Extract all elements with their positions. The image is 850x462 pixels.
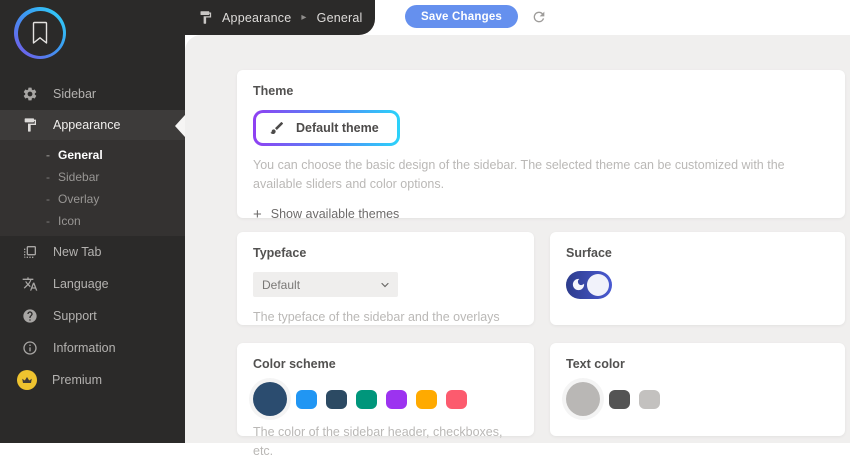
info-icon xyxy=(21,340,38,357)
sidebar-item-label: Language xyxy=(53,277,109,291)
translate-icon xyxy=(21,276,38,293)
sidebar-item-appearance[interactable]: Appearance xyxy=(0,110,185,140)
typeface-card: Typeface Default The typeface of the sid… xyxy=(237,232,534,325)
submenu-item-icon[interactable]: - Icon xyxy=(0,210,185,232)
typeface-select[interactable]: Default xyxy=(253,272,398,297)
color-swatch[interactable] xyxy=(296,390,317,409)
show-themes-label: Show available themes xyxy=(271,207,400,221)
sidebar-nav: Sidebar Appearance - General - Sidebar -… xyxy=(0,78,185,396)
moon-icon xyxy=(571,277,586,297)
gear-icon xyxy=(21,86,38,103)
sidebar-item-label: Support xyxy=(53,309,97,323)
theme-card: Theme Default theme You can choose the b… xyxy=(237,70,845,218)
brush-icon xyxy=(269,120,285,136)
sidebar-item-support[interactable]: Support xyxy=(0,300,185,332)
default-theme-label: Default theme xyxy=(296,121,379,135)
save-changes-button[interactable]: Save Changes xyxy=(405,5,518,28)
sidebar-item-label: Premium xyxy=(52,373,102,387)
color-scheme-description: The color of the sidebar header, checkbo… xyxy=(253,423,518,462)
bookmark-icon xyxy=(18,11,63,56)
color-swatch[interactable] xyxy=(446,390,467,409)
color-swatch[interactable] xyxy=(416,390,437,409)
submenu-item-overlay[interactable]: - Overlay xyxy=(0,188,185,210)
card-title: Typeface xyxy=(253,246,518,260)
sidebar-item-premium[interactable]: Premium xyxy=(0,364,185,396)
appearance-submenu: - General - Sidebar - Overlay - Icon xyxy=(0,140,185,236)
submenu-bullet: - xyxy=(46,170,50,184)
surface-card: Surface xyxy=(550,232,845,325)
show-available-themes-link[interactable]: + Show available themes xyxy=(253,207,829,222)
color-swatch[interactable] xyxy=(566,382,600,416)
submenu-item-label: Icon xyxy=(58,214,81,228)
toggle-knob xyxy=(587,274,609,296)
typeface-description: The typeface of the sidebar and the over… xyxy=(253,308,518,327)
theme-description: You can choose the basic design of the s… xyxy=(253,156,828,195)
color-swatch[interactable] xyxy=(386,390,407,409)
paint-roller-icon xyxy=(21,117,38,134)
sidebar-item-label: Appearance xyxy=(53,118,120,132)
refresh-icon[interactable] xyxy=(531,9,547,25)
breadcrumb-section[interactable]: Appearance xyxy=(222,11,291,25)
color-swatch[interactable] xyxy=(326,390,347,409)
color-scheme-card: Color scheme The color of the sidebar he… xyxy=(237,343,534,436)
default-theme-button[interactable]: Default theme xyxy=(253,110,400,146)
submenu-bullet: - xyxy=(46,192,50,206)
plus-icon: + xyxy=(253,207,262,222)
breadcrumb: Appearance ▸ General xyxy=(198,0,363,35)
submenu-item-label: Sidebar xyxy=(58,170,99,184)
color-swatch[interactable] xyxy=(639,390,660,409)
breadcrumb-page: General xyxy=(317,11,363,25)
submenu-item-label: General xyxy=(58,148,103,162)
sidebar-item-information[interactable]: Information xyxy=(0,332,185,364)
chevron-down-icon xyxy=(379,279,391,291)
card-title: Color scheme xyxy=(253,357,518,371)
color-swatch[interactable] xyxy=(356,390,377,409)
card-title: Text color xyxy=(566,357,829,371)
submenu-bullet: - xyxy=(46,148,50,162)
sidebar-item-label: Information xyxy=(53,341,116,355)
new-tab-icon xyxy=(21,244,38,261)
sidebar-item-label: New Tab xyxy=(53,245,101,259)
submenu-item-general[interactable]: - General xyxy=(0,144,185,166)
header-actions: Save Changes xyxy=(405,0,547,33)
color-swatch[interactable] xyxy=(253,382,287,416)
card-title: Surface xyxy=(566,246,829,260)
sidebar-item-sidebar[interactable]: Sidebar xyxy=(0,78,185,110)
typeface-selected-value: Default xyxy=(262,278,300,292)
extension-logo[interactable] xyxy=(14,7,66,59)
sidebar-item-language[interactable]: Language xyxy=(0,268,185,300)
submenu-item-sidebar[interactable]: - Sidebar xyxy=(0,166,185,188)
card-title: Theme xyxy=(253,84,829,98)
text-color-swatches xyxy=(566,381,829,417)
paint-roller-icon xyxy=(198,10,213,25)
sidebar-item-new-tab[interactable]: New Tab xyxy=(0,236,185,268)
surface-dark-mode-toggle[interactable] xyxy=(566,271,612,299)
sidebar-item-label: Sidebar xyxy=(53,87,96,101)
color-scheme-swatches xyxy=(253,381,518,417)
active-section-notch xyxy=(175,115,185,137)
sidebar: Sidebar Appearance - General - Sidebar -… xyxy=(0,0,185,443)
settings-content: Theme Default theme You can choose the b… xyxy=(185,35,850,443)
help-icon xyxy=(21,308,38,325)
breadcrumb-separator-icon: ▸ xyxy=(301,12,306,23)
submenu-bullet: - xyxy=(46,214,50,228)
submenu-item-label: Overlay xyxy=(58,192,99,206)
color-swatch[interactable] xyxy=(609,390,630,409)
crown-icon xyxy=(17,370,37,390)
text-color-card: Text color xyxy=(550,343,845,436)
